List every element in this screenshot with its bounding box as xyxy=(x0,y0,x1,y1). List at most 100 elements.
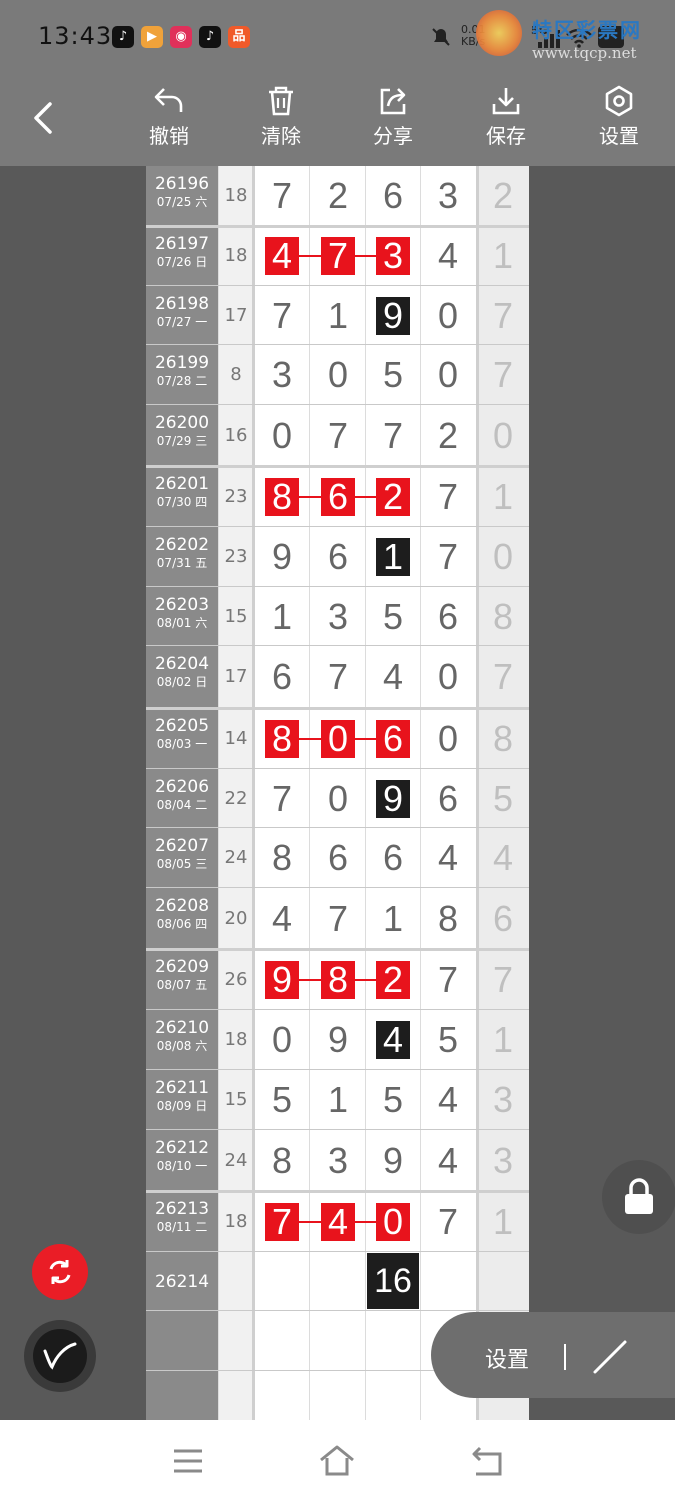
issue-date: 07/31 五 xyxy=(156,556,208,570)
digit-cell: 5 xyxy=(271,1079,293,1120)
sum-value: 23 xyxy=(224,546,248,567)
digit-cell: 7 xyxy=(327,897,349,939)
issue-number: 26206 xyxy=(154,777,210,797)
divider xyxy=(309,166,310,1420)
issue-date: 07/29 三 xyxy=(156,434,208,448)
digit-cell: 9 xyxy=(271,536,293,577)
sum-value: 15 xyxy=(224,1089,248,1110)
tiktok-notification-icon: ♪ xyxy=(199,26,221,48)
row-divider xyxy=(146,1069,529,1070)
issue-date: 07/30 四 xyxy=(156,495,208,509)
watermark-url: www.tqcp.net xyxy=(532,44,637,62)
share-button[interactable]: 分享 xyxy=(348,84,438,149)
connector-line xyxy=(299,737,321,740)
save-button[interactable]: 保存 xyxy=(461,84,551,149)
issue-cell: 26203 08/01 六 xyxy=(146,595,218,631)
issue-number: 26205 xyxy=(154,716,210,736)
digit-cell: 6 xyxy=(437,595,459,637)
tail-digit: 0 xyxy=(492,414,514,456)
highlighted-digit: 6 xyxy=(321,477,355,516)
divider xyxy=(420,166,421,1420)
issue-date: 08/10 一 xyxy=(156,1159,208,1173)
share-label: 分享 xyxy=(373,124,413,148)
issue-cell: 26211 08/09 日 xyxy=(146,1078,218,1114)
back-nav-icon[interactable] xyxy=(470,1446,504,1482)
sum-value: 23 xyxy=(224,485,248,507)
issue-cell: 26209 08/07 五 xyxy=(146,957,218,993)
sum-value: 14 xyxy=(224,727,248,749)
issue-cell: 26200 07/29 三 xyxy=(146,413,218,449)
issue-number: 26199 xyxy=(154,353,210,373)
refresh-button[interactable] xyxy=(32,1244,88,1300)
back-button[interactable] xyxy=(22,96,66,140)
highlighted-digit: 8 xyxy=(265,719,299,758)
home-icon[interactable] xyxy=(318,1444,356,1482)
issue-number: 26212 xyxy=(154,1138,210,1158)
row-divider xyxy=(146,1310,529,1311)
digit-cell: 9 xyxy=(327,1019,349,1060)
issue-cell: 26196 07/25 六 xyxy=(146,174,218,210)
clear-label: 清除 xyxy=(261,124,301,148)
issue-date: 08/11 二 xyxy=(156,1220,208,1234)
connector-line xyxy=(299,978,321,981)
toolbar: 撤销 清除 分享 保存 设置 xyxy=(0,72,675,166)
undo-button[interactable]: 撤销 xyxy=(124,84,214,149)
issue-number: 26214 xyxy=(154,1272,210,1292)
issue-cell: 26213 08/11 二 xyxy=(146,1199,218,1235)
issue-cell: 26197 07/26 日 xyxy=(146,234,218,270)
undo-icon xyxy=(124,84,214,118)
digit-cell: 7 xyxy=(437,958,459,1000)
digit-cell: 7 xyxy=(382,414,404,456)
connector-line xyxy=(299,1220,321,1223)
marked-digit: 4 xyxy=(376,1021,410,1059)
digit-cell: 7 xyxy=(437,1200,459,1242)
line-tool-icon[interactable] xyxy=(591,1336,631,1380)
tiktok-notification-icon: ♪ xyxy=(112,26,134,48)
settings-label: 设置 xyxy=(599,124,639,148)
issue-number: 26203 xyxy=(154,595,210,615)
highlighted-digit: 7 xyxy=(265,1202,299,1241)
clear-button[interactable]: 清除 xyxy=(236,84,326,149)
watermark-logo-icon xyxy=(476,10,522,56)
issue-date: 07/27 一 xyxy=(156,315,208,329)
issue-date: 07/25 六 xyxy=(156,195,208,209)
pill-settings-label[interactable]: 设置 xyxy=(485,1342,529,1374)
issue-date: 08/03 一 xyxy=(156,737,208,751)
settings-button[interactable]: 设置 xyxy=(574,84,664,149)
digit-cell: 5 xyxy=(437,1019,459,1060)
row-divider xyxy=(146,404,529,405)
digit-cell: 8 xyxy=(437,897,459,939)
digit-cell: 4 xyxy=(437,1079,459,1120)
digit-cell: 3 xyxy=(327,595,349,637)
highlighted-digit: 8 xyxy=(265,477,299,516)
pen-stroke-icon xyxy=(42,1341,78,1375)
issue-date: 08/01 六 xyxy=(156,616,208,630)
download-icon xyxy=(461,84,551,118)
issue-number: 26200 xyxy=(154,413,210,433)
digit-cell: 2 xyxy=(437,414,459,456)
highlighted-digit: 4 xyxy=(265,237,299,275)
lock-button[interactable] xyxy=(602,1160,675,1234)
row-divider xyxy=(146,344,529,345)
connector-line xyxy=(299,495,321,498)
sum-value: 20 xyxy=(224,907,248,929)
tail-digit: 7 xyxy=(492,958,514,1000)
pen-tool-button[interactable] xyxy=(24,1320,96,1392)
highlighted-digit: 2 xyxy=(376,477,410,516)
digit-cell: 0 xyxy=(271,414,293,456)
app-notification-icon: 品 xyxy=(228,26,250,48)
highlighted-digit: 2 xyxy=(376,960,410,999)
settings-pill[interactable]: 设置 xyxy=(431,1312,675,1398)
issue-cell: 26201 07/30 四 xyxy=(146,474,218,510)
row-divider xyxy=(146,1251,529,1252)
system-nav-bar xyxy=(0,1420,675,1500)
prediction-badge: 16 xyxy=(367,1253,419,1309)
app-notification-icon: ▶ xyxy=(141,26,163,48)
digit-cell: 5 xyxy=(382,1079,404,1120)
sum-value: 18 xyxy=(224,1029,248,1050)
menu-icon[interactable] xyxy=(172,1448,204,1478)
issue-number: 26211 xyxy=(154,1078,210,1098)
tail-digit: 0 xyxy=(492,536,514,577)
digit-cell: 6 xyxy=(271,656,293,697)
digit-cell: 0 xyxy=(437,717,459,759)
